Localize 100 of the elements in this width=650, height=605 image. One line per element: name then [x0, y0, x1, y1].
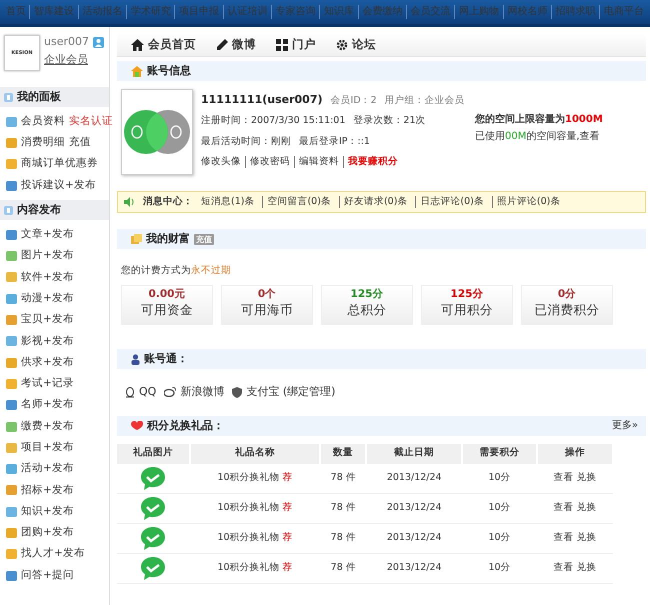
- sidebar-link[interactable]: 软件+发布: [21, 270, 74, 284]
- tab[interactable]: 会员首页: [121, 37, 206, 52]
- column-header: 截止日期: [366, 444, 462, 464]
- sidebar-link[interactable]: 消费明细: [21, 136, 65, 150]
- table-cell: 78 件: [320, 554, 366, 584]
- stat-card: 125分 可用积分: [421, 285, 513, 326]
- message-center-label: 消息中心：: [143, 196, 193, 208]
- column-header: 礼品名称: [190, 444, 320, 464]
- table-cell: 2013/12/24: [366, 494, 462, 524]
- column-header: 数量: [320, 444, 366, 464]
- last-active-time: 最后活动时间：刚刚: [201, 136, 291, 148]
- member-id: 会员ID：2: [330, 95, 377, 108]
- sidebar-link[interactable]: 文章+发布: [21, 228, 74, 242]
- shield-icon: [232, 386, 242, 398]
- action-link[interactable]: 查看: [553, 532, 574, 544]
- tab[interactable]: 微博: [206, 37, 266, 52]
- hearts-icon: [131, 421, 143, 430]
- section-title: 账号信息: [147, 63, 191, 79]
- item-icon: [6, 180, 17, 191]
- sidebar-link[interactable]: 名师+发布: [21, 398, 74, 412]
- stat-card: 125分 总积分: [321, 285, 413, 326]
- section-title: 内容发布: [17, 202, 61, 218]
- item-icon: [6, 464, 17, 474]
- action-link[interactable]: 查看: [553, 562, 574, 574]
- sidebar-link[interactable]: 充值: [69, 136, 91, 150]
- panel-icon: [4, 92, 13, 102]
- stat-card: 0.00元 可用资金: [121, 285, 213, 326]
- item-icon: [6, 570, 17, 581]
- item-icon: [6, 528, 17, 538]
- sidebar-link[interactable]: 团购+发布: [21, 526, 74, 540]
- section-title: 我的财富: [146, 231, 190, 247]
- sidebar-link[interactable]: 投诉建议+发布: [21, 178, 96, 192]
- user-group: 用户组：企业会员: [384, 95, 465, 108]
- action-link[interactable]: 查看: [553, 502, 574, 514]
- stat-card: 0分 已消费积分: [521, 285, 613, 326]
- more-link[interactable]: 更多»: [612, 416, 638, 436]
- action-link[interactable]: 兑换: [576, 472, 596, 484]
- sidebar-link[interactable]: 缴费+发布: [21, 420, 74, 434]
- sidebar-link[interactable]: 问答+提问: [21, 568, 74, 582]
- message-link[interactable]: 空间留言(0)条: [262, 196, 331, 208]
- table-cell: 2013/12/24: [366, 524, 462, 554]
- sidebar-link[interactable]: 实名认证: [69, 114, 113, 128]
- action-link[interactable]: 兑换: [576, 532, 596, 544]
- tab[interactable]: 论坛: [326, 37, 386, 52]
- item-icon: [6, 358, 17, 368]
- sidebar-link[interactable]: 考试+记录: [21, 377, 74, 391]
- sidebar-link[interactable]: 项目+发布: [21, 440, 74, 455]
- user-name: 11111111(user007): [201, 93, 323, 108]
- home-icon: [131, 38, 144, 50]
- sidebar-link[interactable]: 宝贝+发布: [21, 313, 74, 327]
- section-title: 我的面板: [17, 89, 61, 105]
- column-header: 操作: [536, 444, 613, 464]
- item-icon: [6, 549, 17, 560]
- action-link[interactable]: 兑换: [576, 562, 596, 574]
- message-link[interactable]: 日志评论(0)条: [415, 196, 484, 208]
- profile-link[interactable]: 编辑资料: [294, 156, 339, 168]
- profile-link[interactable]: 我要赚积分: [343, 156, 398, 168]
- table-cell: 78 件: [320, 494, 366, 524]
- table-cell: 10积分换礼物 荐: [190, 494, 320, 524]
- gift-image-icon: [140, 466, 166, 491]
- house-icon: [131, 66, 143, 76]
- item-icon: [6, 442, 17, 453]
- item-icon: [6, 400, 17, 410]
- binding-link[interactable]: 新浪微博: [164, 385, 224, 400]
- sidebar-link[interactable]: 知识+发布: [21, 504, 74, 519]
- quota-text: 您的空间上限容量为1000M: [475, 113, 603, 126]
- message-link[interactable]: 短消息(1)条: [201, 196, 254, 208]
- sidebar-link[interactable]: 会员资料: [21, 114, 65, 128]
- stat-card: 0个 可用海币: [221, 285, 313, 326]
- sidebar-link[interactable]: 动漫+发布: [21, 292, 74, 306]
- profile-link[interactable]: 修改头像: [201, 156, 241, 168]
- action-link[interactable]: 兑换: [576, 502, 596, 514]
- tab[interactable]: 门户: [266, 37, 326, 52]
- sidebar-link[interactable]: 供求+发布: [21, 356, 74, 370]
- binding-link[interactable]: 支付宝 (绑定管理): [232, 385, 336, 400]
- sidebar-link[interactable]: 影视+发布: [21, 334, 74, 348]
- grid-icon: [276, 38, 288, 50]
- gift-image-icon: [140, 526, 166, 552]
- item-icon: [6, 138, 17, 148]
- message-link[interactable]: 好友请求(0)条: [338, 196, 408, 208]
- action-link[interactable]: 查看: [553, 472, 574, 484]
- item-icon: [6, 116, 17, 127]
- table-cell: 78 件: [320, 524, 366, 554]
- sidebar-link[interactable]: 图片+发布: [21, 249, 74, 263]
- gear-icon: [336, 38, 348, 50]
- table-cell: 10积分换礼物 荐: [190, 554, 320, 584]
- table-cell: 10分: [462, 464, 537, 494]
- sidebar-link[interactable]: 招标+发布: [21, 484, 74, 498]
- sidebar-link[interactable]: 商城订单优惠券: [21, 157, 98, 172]
- item-icon: [6, 422, 17, 432]
- billing-text: 您的计费方式为永不过期: [121, 265, 232, 278]
- sidebar-link[interactable]: 找人才+发布: [21, 547, 85, 562]
- member-group-link[interactable]: 企业会员: [44, 53, 88, 68]
- sidebar-link[interactable]: 活动+发布: [21, 462, 74, 476]
- message-link[interactable]: 照片评论(0)条: [492, 196, 560, 208]
- user-card-icon: [93, 36, 104, 48]
- profile-link[interactable]: 修改密码: [245, 156, 290, 168]
- binding-link[interactable]: QQ: [125, 385, 156, 400]
- gift-image-icon: [140, 556, 166, 582]
- panel-icon: [4, 206, 13, 215]
